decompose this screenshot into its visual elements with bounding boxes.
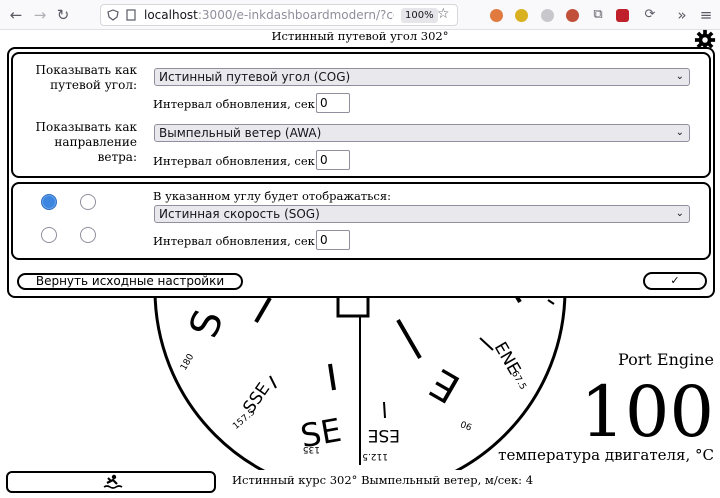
chevron-down-icon: ⌄ [675, 71, 684, 82]
course-mode-value: Истинный путевой угол (COG) [159, 70, 351, 84]
swimmer-icon [103, 474, 123, 489]
corner-radio-top-left[interactable] [41, 194, 57, 210]
bookmark-star-icon[interactable]: ☆ [437, 6, 450, 22]
extension-icon[interactable] [490, 9, 503, 22]
compass-label-sse: SSE [239, 379, 274, 417]
corner-interval-input[interactable]: 0 [316, 230, 350, 250]
course-interval-input[interactable]: 0 [316, 93, 350, 113]
corner-radio-bottom-left[interactable] [41, 227, 57, 243]
puzzle-icon[interactable]: ⧉ [588, 5, 608, 25]
chevron-down-icon: ⌄ [675, 127, 684, 138]
compass-degree: 112.5 [362, 451, 388, 461]
engine-value: 100 [580, 371, 714, 453]
reload-icon[interactable]: ↻ [53, 5, 73, 25]
forward-icon[interactable]: → [30, 5, 50, 25]
extension-icon[interactable] [566, 9, 579, 22]
wind-interval-input[interactable]: 0 [316, 150, 350, 170]
wind-mode-select[interactable]: Вымпельный ветер (AWA) ⌄ [154, 124, 690, 142]
gauge-title: Истинный путевой угол 302° [271, 29, 449, 43]
overflow-icon[interactable]: » [672, 5, 692, 25]
corner-interval-label: Интервал обновления, сек.: [153, 234, 323, 248]
corner-radio-bottom-right[interactable] [80, 227, 96, 243]
compass-cardinal-e: E [423, 359, 468, 411]
sync-icon[interactable]: ⟳ [640, 5, 660, 25]
engine-label: Port Engine [617, 350, 714, 369]
compass-degree: 90 [459, 418, 473, 431]
ublock-icon[interactable] [616, 9, 629, 22]
compass-degree: 67.5 [509, 369, 528, 391]
compass-tick [383, 401, 386, 419]
corner-content-select[interactable]: Истинная скорость (SOG) ⌄ [154, 205, 690, 223]
compass-degree: 157.5 [231, 408, 257, 432]
status-line: Истинный курс 302° Вымпельный ветер, м/с… [232, 473, 534, 487]
man-overboard-button[interactable] [6, 471, 216, 493]
compass-tick [254, 296, 272, 324]
back-icon[interactable]: ← [6, 5, 26, 25]
zoom-badge[interactable]: 100% [401, 8, 438, 23]
corner-radio-top-right[interactable] [80, 194, 96, 210]
wind-mode-value: Вымпельный ветер (AWA) [159, 126, 322, 140]
corner-content-value: Истинная скорость (SOG) [159, 207, 320, 221]
menu-icon[interactable]: ≡ [696, 5, 716, 25]
wind-interval-label: Интервал обновления, сек.: [153, 154, 323, 168]
course-mode-select[interactable]: Истинный путевой угол (COG) ⌄ [154, 68, 690, 86]
url-text: localhost:3000/e-inkdashboardmodern/?cou… [144, 8, 394, 22]
chevron-down-icon: ⌄ [675, 208, 684, 219]
address-bar[interactable]: localhost:3000/e-inkdashboardmodern/?cou… [100, 4, 458, 26]
compass-tick [328, 363, 336, 391]
compass-tick [269, 375, 277, 389]
extension-icon[interactable] [541, 9, 554, 22]
course-mode-label: Показывать как путевой угол: [35, 63, 138, 92]
compass-cardinal-s: S [181, 304, 233, 344]
page-icon [126, 9, 136, 21]
corner-content-label: В указанном углу будет отображаться: [153, 189, 391, 203]
ok-button[interactable]: ✓ [643, 272, 707, 290]
browser-toolbar: ← → ↻ localhost:3000/e-inkdashboardmoder… [0, 0, 720, 30]
shield-icon [107, 9, 119, 21]
display-settings-group: Показывать как путевой угол: Истинный пу… [11, 52, 711, 178]
reset-defaults-button[interactable]: Вернуть исходные настройки [17, 273, 243, 290]
compass-degree: 180 [179, 352, 196, 372]
compass-tick [547, 299, 555, 305]
wind-mode-label: Показывать как направление ветра: [35, 120, 138, 164]
compass-tick [396, 318, 422, 360]
compass-degree: 135 [303, 444, 320, 454]
course-interval-label: Интервал обновления, сек.: [153, 97, 323, 111]
settings-dialog: Показывать как путевой угол: Истинный пу… [7, 47, 715, 298]
corner-settings-group: В указанном углу будет отображаться: Ист… [11, 182, 711, 260]
compass-label-ese: ESE [368, 425, 400, 445]
extension-icon[interactable] [515, 9, 528, 22]
engine-unit: температура двигателя, °C [498, 446, 714, 464]
